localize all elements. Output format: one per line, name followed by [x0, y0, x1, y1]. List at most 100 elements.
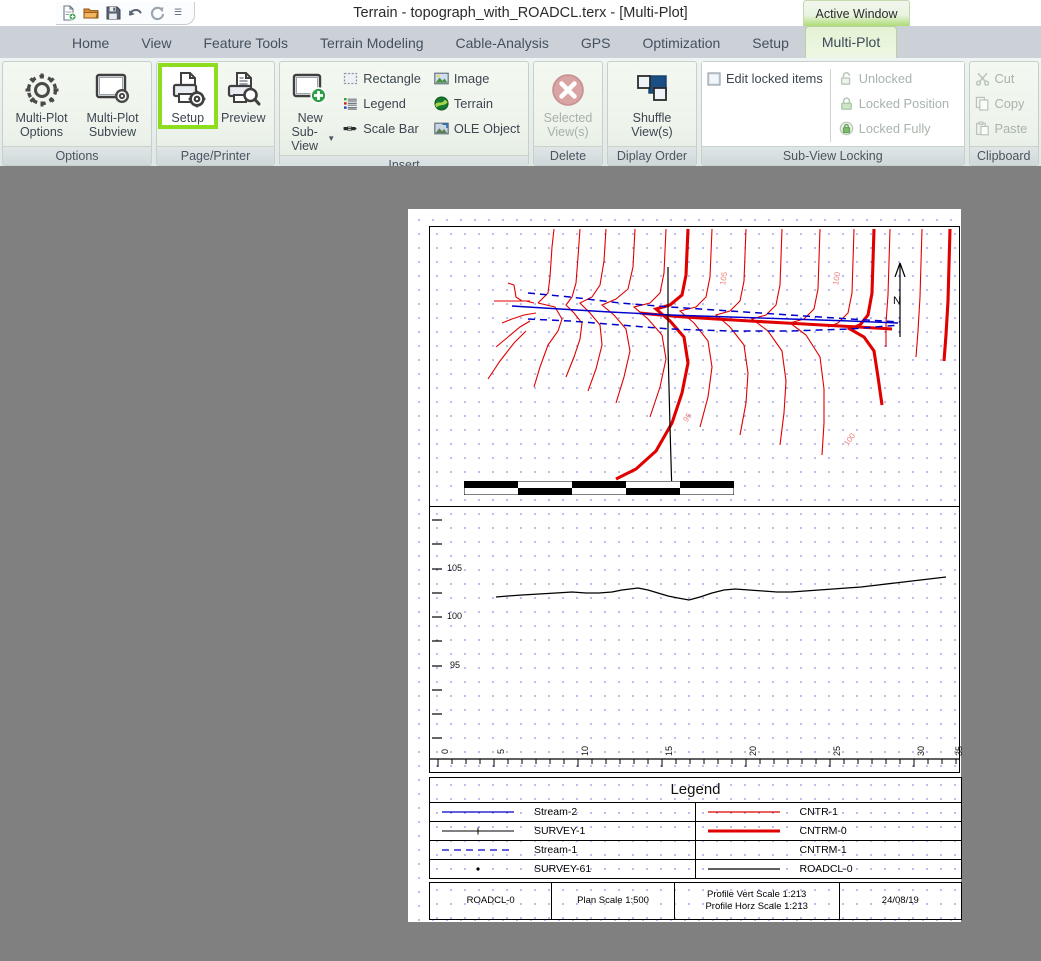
ribbon-group-subview-locking: Edit locked items Unlocked Locked Positi…	[701, 61, 965, 166]
active-window-tab[interactable]: Active Window	[803, 0, 910, 27]
ribbon-group-options: Multi-Plot Options Multi-Plot Subview Op…	[2, 61, 152, 166]
setup-button[interactable]: Setup	[158, 63, 218, 129]
copy-button[interactable]: Copy	[973, 92, 1033, 115]
plan-view-subview[interactable]: N 95 100 100 105	[429, 226, 960, 507]
ribbon-group-clipboard: Cut Copy Paste Clipboard	[968, 61, 1039, 166]
insert-ole-object-label: OLE Object	[453, 121, 520, 136]
terrain-icon	[434, 96, 449, 111]
ribbon: Multi-Plot Options Multi-Plot Subview Op…	[0, 58, 1041, 174]
scissors-icon	[975, 71, 990, 86]
paste-button[interactable]: Paste	[973, 117, 1033, 140]
undo-icon[interactable]	[126, 4, 144, 22]
ribbon-group-options-title: Options	[3, 146, 151, 165]
save-icon[interactable]	[104, 4, 122, 22]
plot-sheet[interactable]: N 95 100 100 105 105 100 95 0 5 10 15 20…	[408, 209, 964, 922]
legend-subview[interactable]: Legend Stream-2 CNTR-1 SURVEY-1 CNTRM-0 Stre…	[429, 777, 962, 879]
lock-full-icon	[839, 121, 854, 136]
insert-right-column: Image Terrain OLE Object	[432, 65, 525, 140]
insert-terrain-button[interactable]: Terrain	[432, 92, 525, 115]
scalebar-icon	[343, 121, 358, 136]
rectangle-icon	[343, 71, 358, 86]
title-bar: ☰ Terrain - topograph_with_ROADCL.terx -…	[0, 0, 1041, 27]
insert-scale-bar-button[interactable]: Scale Bar	[341, 117, 426, 140]
edit-locked-items-label: Edit locked items	[726, 71, 823, 86]
multi-plot-options-label-2: Options	[19, 125, 64, 139]
legend-entry-swatch	[430, 806, 526, 818]
edit-locked-items-checkbox[interactable]: Edit locked items	[705, 67, 828, 90]
multi-plot-subview-button[interactable]: Multi-Plot Subview	[77, 65, 148, 141]
delete-selected-views-button: Selected View(s)	[537, 65, 599, 141]
insert-rectangle-button[interactable]: Rectangle	[341, 67, 426, 90]
preview-label: Preview	[221, 111, 266, 125]
shuffle-views-label-2: View(s)	[631, 125, 673, 139]
insert-ole-object-button[interactable]: OLE Object	[432, 117, 525, 140]
unlocked-option[interactable]: Unlocked	[837, 67, 954, 90]
insert-legend-button[interactable]: Legend	[341, 92, 426, 115]
locked-fully-option[interactable]: Locked Fully	[837, 117, 954, 140]
quick-access-dropdown-icon[interactable]: ☰	[170, 7, 186, 18]
tab-view[interactable]: View	[125, 28, 187, 58]
shuffle-views-button[interactable]: Shuffle View(s)	[611, 65, 693, 141]
legend-entry: ROADCL-0	[696, 860, 962, 878]
profile-y-tick-95: 95	[450, 660, 461, 670]
cut-button[interactable]: Cut	[973, 67, 1033, 90]
preview-button[interactable]: Preview	[216, 65, 272, 127]
profile-x-tick-30: 30	[916, 745, 926, 756]
legend-entry-label: CNTRM-1	[799, 844, 847, 856]
tab-gps[interactable]: GPS	[565, 28, 627, 58]
legend-icon	[343, 96, 358, 111]
ribbon-group-page-printer-title: Page/Printer	[157, 146, 274, 165]
tab-terrain-modeling[interactable]: Terrain Modeling	[304, 28, 440, 58]
locked-position-label: Locked Position	[858, 96, 950, 111]
new-subview-label-1: New	[297, 111, 323, 125]
multi-plot-options-label-1: Multi-Plot	[15, 111, 68, 125]
legend-entry-label: CNTR-1	[799, 806, 839, 818]
profile-chart	[430, 519, 959, 767]
locking-divider	[829, 69, 831, 142]
image-icon	[434, 71, 449, 86]
tab-feature-tools[interactable]: Feature Tools	[187, 28, 304, 58]
title-block-text: Profile Horz Scale 1:213	[705, 901, 808, 912]
multi-plot-subview-label-1: Multi-Plot	[86, 111, 139, 125]
title-block-cell: Profile Vert Scale 1:213 Profile Horz Sca…	[675, 883, 840, 919]
insert-image-button[interactable]: Image	[432, 67, 525, 90]
printer-setup-icon	[168, 69, 208, 111]
new-subview-button[interactable]: New Sub-View ▼	[283, 65, 337, 155]
insert-legend-label: Legend	[363, 96, 406, 111]
locked-position-option[interactable]: Locked Position	[837, 92, 954, 115]
title-block-text: 24/08/19	[881, 895, 919, 906]
redo-icon[interactable]	[148, 4, 166, 22]
checkbox-icon[interactable]	[707, 71, 721, 86]
legend-swatch	[442, 849, 514, 851]
profile-x-tick-25: 25	[832, 745, 842, 756]
multi-plot-canvas[interactable]: N 95 100 100 105 105 100 95 0 5 10 15 20…	[0, 166, 1041, 961]
profile-x-tick-20: 20	[748, 745, 758, 756]
tab-multi-plot[interactable]: Multi-Plot	[804, 26, 898, 58]
subview-gear-icon	[92, 69, 134, 111]
profile-y-tick-105: 105	[447, 563, 463, 573]
title-block-text: ROADCL-0	[466, 895, 515, 906]
open-folder-icon[interactable]	[82, 4, 100, 22]
ribbon-group-display-order: Shuffle View(s) Diplay Order	[607, 61, 697, 166]
copy-label: Copy	[994, 96, 1025, 111]
ribbon-group-display-order-title: Diplay Order	[608, 146, 696, 165]
shuffle-views-icon	[633, 69, 671, 111]
legend-entry-swatch	[430, 844, 526, 856]
title-block-subview[interactable]: ROADCL-0 Plan Scale 1:500 Profile Vert Sca…	[429, 882, 962, 920]
profile-x-tick-5: 5	[496, 748, 506, 754]
new-document-icon[interactable]	[60, 4, 78, 22]
tab-setup[interactable]: Setup	[736, 28, 805, 58]
legend-entry: Stream-2	[430, 803, 696, 822]
paste-icon	[975, 121, 990, 136]
tab-cable-analysis[interactable]: Cable-Analysis	[440, 28, 565, 58]
multi-plot-options-button[interactable]: Multi-Plot Options	[6, 65, 77, 141]
legend-entry-label: CNTRM-0	[799, 825, 847, 837]
tab-optimization[interactable]: Optimization	[626, 28, 736, 58]
print-preview-icon	[223, 69, 263, 111]
chevron-down-icon[interactable]: ▼	[327, 132, 335, 146]
tab-home[interactable]: Home	[56, 28, 125, 58]
plan-scale-bar	[464, 481, 734, 495]
unlock-icon	[839, 71, 854, 86]
legend-entry-swatch	[696, 844, 792, 856]
profile-view-subview[interactable]: 105 100 95 0 5 10 15 20 25 30 35	[429, 506, 964, 773]
